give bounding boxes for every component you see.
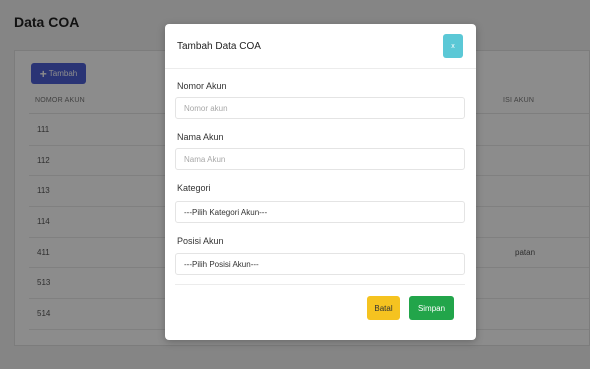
posisi-akun-selected-value: ---Pilih Posisi Akun--- xyxy=(184,259,259,269)
save-button[interactable]: Simpan xyxy=(409,296,454,320)
kategori-label: Kategori xyxy=(177,183,211,193)
nama-akun-label: Nama Akun xyxy=(177,132,224,142)
posisi-akun-select[interactable]: ---Pilih Posisi Akun--- xyxy=(175,253,465,275)
posisi-akun-label: Posisi Akun xyxy=(177,236,224,246)
close-modal-button[interactable]: x xyxy=(443,34,463,58)
kategori-select[interactable]: ---Pilih Kategori Akun--- xyxy=(175,201,465,223)
nomor-akun-label: Nomor Akun xyxy=(177,81,227,91)
cancel-button[interactable]: Batal xyxy=(367,296,400,320)
close-icon: x xyxy=(451,42,455,50)
kategori-selected-value: ---Pilih Kategori Akun--- xyxy=(184,207,268,217)
modal-header-divider xyxy=(165,68,476,69)
nomor-akun-input[interactable] xyxy=(175,97,465,119)
nama-akun-input[interactable] xyxy=(175,148,465,170)
modal-title: Tambah Data COA xyxy=(177,41,261,52)
add-coa-modal: Tambah Data COA x Nomor Akun Nama Akun K… xyxy=(165,24,476,340)
modal-footer-divider xyxy=(175,284,465,285)
